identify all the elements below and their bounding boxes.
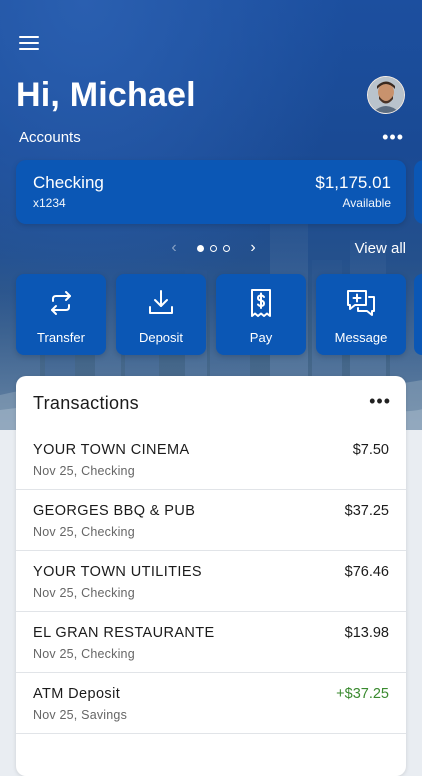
message-label: Message [334,330,388,345]
page-dot-1[interactable] [197,244,204,252]
transactions-card: Transactions ••• YOUR TOWN CINEMA Nov 25… [16,376,406,776]
transaction-merchant: YOUR TOWN CINEMA [33,442,190,458]
transfer-label: Transfer [37,330,85,345]
transaction-row[interactable]: ATM Deposit Nov 25, Savings +$37.25 [16,673,406,734]
transactions-more-button[interactable]: ••• [369,392,391,410]
user-avatar[interactable] [367,76,405,114]
transaction-merchant: EL GRAN RESTAURANTE [33,625,215,641]
bill-dollar-icon [251,289,271,317]
next-account-card-peek[interactable] [414,160,422,224]
accounts-more-button[interactable]: ••• [382,128,404,146]
account-balance: $1,175.01 [315,173,391,192]
quick-actions: Transfer Deposit Pay Message [16,274,416,355]
page-dot-2[interactable] [210,244,217,252]
chat-plus-icon [347,290,375,316]
menu-button[interactable] [19,36,39,54]
hamburger-menu-icon [19,36,39,38]
greeting-title: Hi, Michael [16,76,196,114]
transfer-button[interactable]: Transfer [16,274,106,355]
chevron-left-icon[interactable]: ‹ [168,239,180,257]
transaction-amount: +$37.25 [336,686,389,702]
transaction-row[interactable]: GEORGES BBQ & PUB Nov 25, Checking $37.2… [16,490,406,551]
transactions-title: Transactions [33,393,139,413]
transaction-merchant: GEORGES BBQ & PUB [33,503,196,519]
transaction-detail: Nov 25, Checking [33,525,135,539]
account-name: Checking [33,173,104,192]
next-action-peek[interactable] [414,274,422,355]
transaction-detail: Nov 25, Checking [33,464,135,478]
balance-label: Available [342,196,391,210]
transfer-arrows-icon [51,291,71,315]
transaction-amount: $76.46 [344,564,389,580]
transaction-amount: $13.98 [344,625,389,641]
transaction-detail: Nov 25, Checking [33,586,135,600]
view-all-link[interactable]: View all [355,240,406,257]
avatar-icon [368,77,404,113]
download-tray-icon [149,290,173,314]
pay-label: Pay [249,330,273,345]
message-button[interactable]: Message [316,274,406,355]
account-pager: ‹ › [168,238,259,258]
transaction-merchant: YOUR TOWN UTILITIES [33,564,202,580]
checking-account-card[interactable]: Checking x1234 $1,175.01 Available [16,160,406,224]
pay-button[interactable]: Pay [216,274,306,355]
accounts-label: Accounts [19,129,81,146]
transaction-row[interactable]: YOUR TOWN UTILITIES Nov 25, Checking $76… [16,551,406,612]
page-dot-3[interactable] [223,244,230,252]
chevron-right-icon[interactable]: › [247,239,259,257]
account-number: x1234 [33,196,66,210]
transaction-amount: $37.25 [344,503,389,519]
transaction-merchant: ATM Deposit [33,686,121,702]
transaction-row[interactable]: YOUR TOWN CINEMA Nov 25, Checking $7.50 [16,429,406,490]
transaction-detail: Nov 25, Savings [33,708,128,722]
transaction-detail: Nov 25, Checking [33,647,135,661]
transaction-row[interactable]: EL GRAN RESTAURANTE Nov 25, Checking $13… [16,612,406,673]
deposit-button[interactable]: Deposit [116,274,206,355]
deposit-label: Deposit [138,330,184,345]
transaction-amount: $7.50 [352,442,389,458]
transactions-list: YOUR TOWN CINEMA Nov 25, Checking $7.50 … [16,429,406,734]
